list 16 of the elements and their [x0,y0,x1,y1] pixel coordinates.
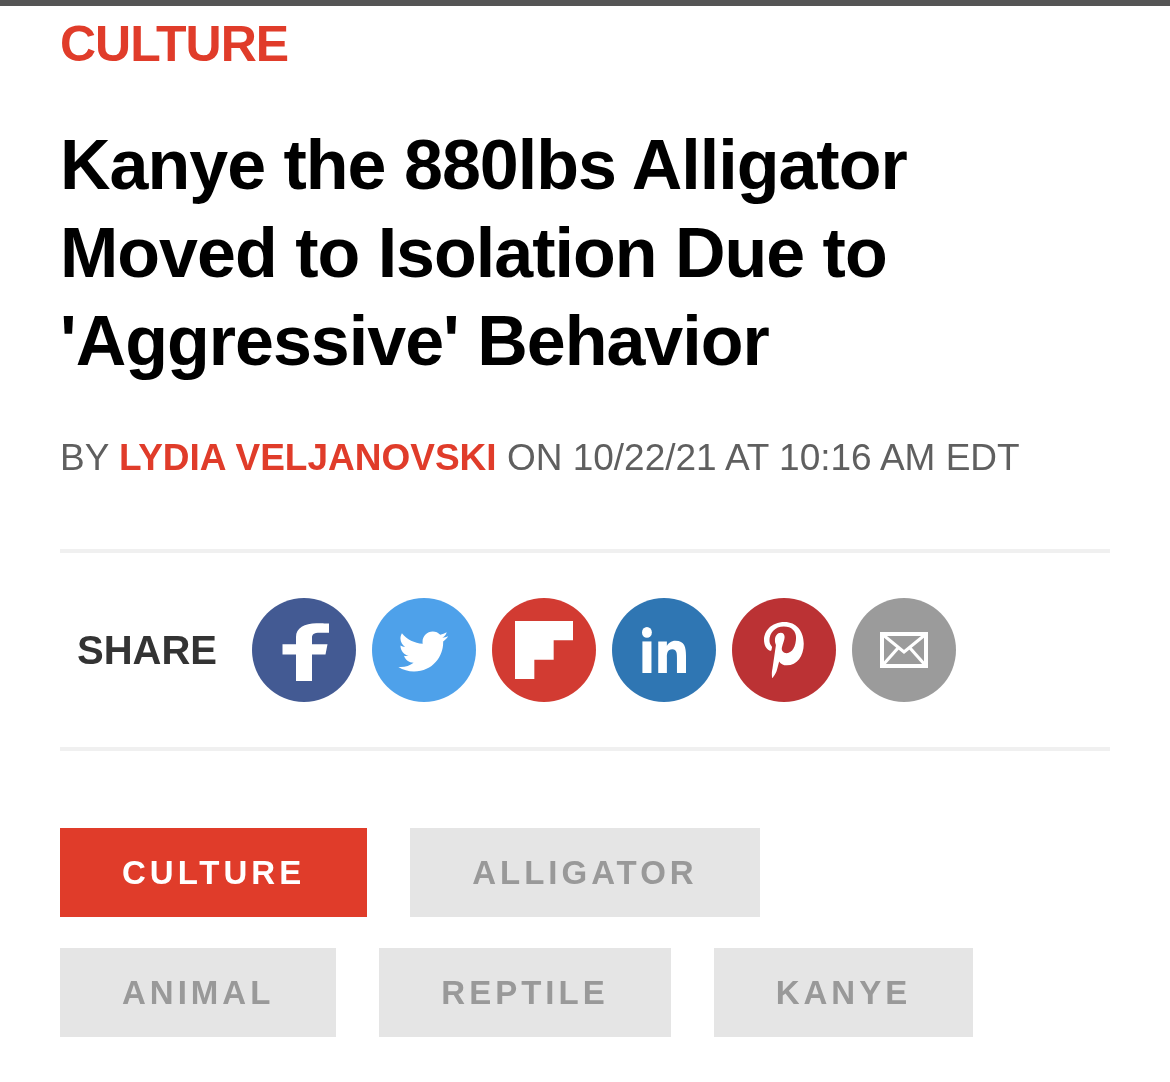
pinterest-icon [764,622,805,678]
category-link[interactable]: CULTURE [60,14,289,74]
envelope-icon [880,632,929,668]
tag-link[interactable]: ANIMAL [60,948,337,1037]
article-headline: Kanye the 880lbs Alligator Moved to Isolation Due to 'Aggressive' Behavior [60,125,908,382]
tag-link[interactable]: KANYE [713,948,974,1037]
share-label: SHARE [76,630,218,670]
author-link[interactable]: LYDIA VELJANOVSKI [119,437,497,478]
tag-link[interactable]: REPTILE [379,948,671,1037]
bird-icon [399,629,450,671]
tag-link[interactable]: ALLIGATOR [410,828,760,917]
linkedin-icon [642,627,687,673]
flipboard-icon [515,621,574,679]
byline-prefix: BY [60,437,109,478]
publish-date: ON 10/22/21 AT 10:16 AM EDT [506,437,1020,478]
tag-link[interactable]: CULTURE [60,828,368,917]
